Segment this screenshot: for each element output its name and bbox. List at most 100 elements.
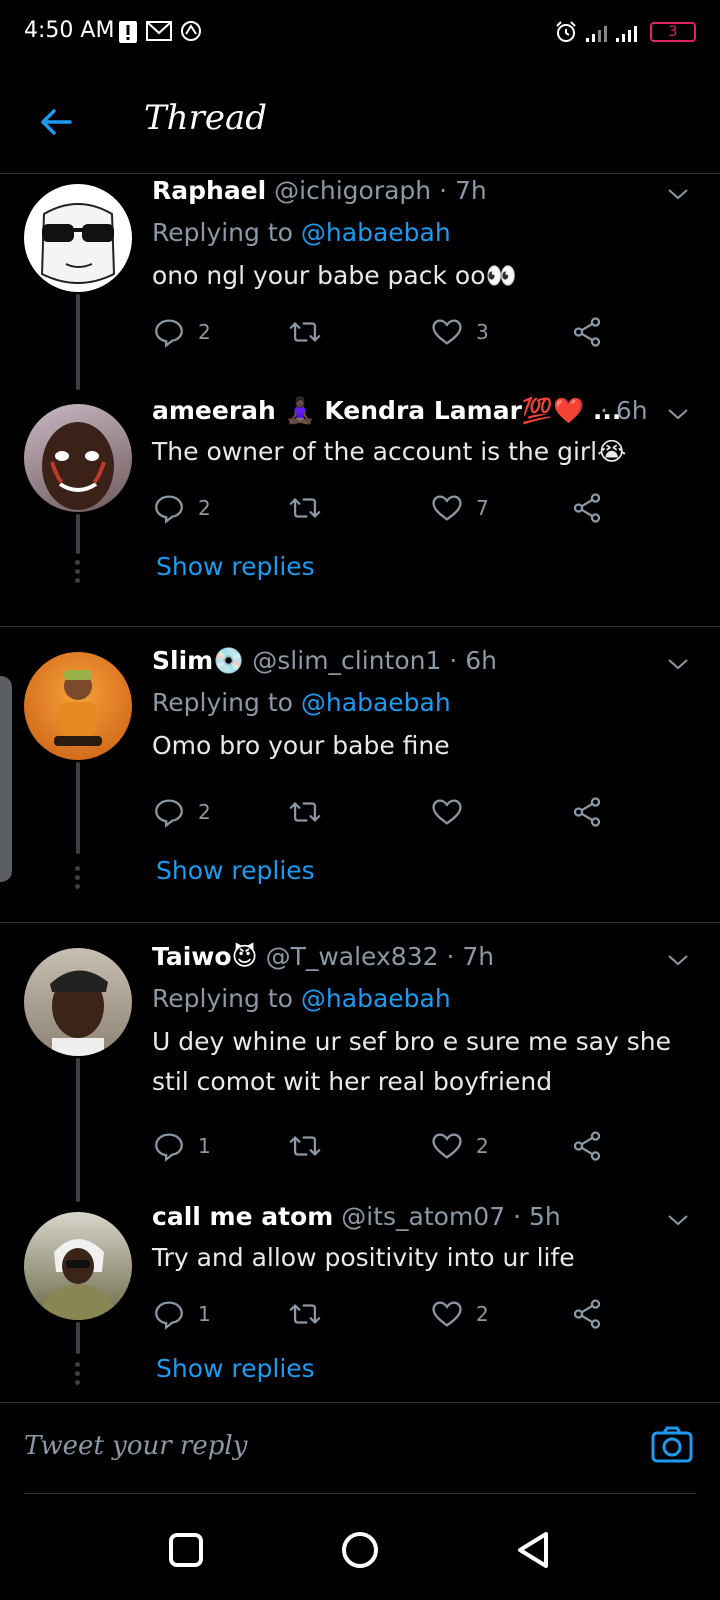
tweet-item[interactable]: Slim💿 @slim_clinton1 · 6h Replying to @h… <box>0 646 720 914</box>
reply-count: 2 <box>198 800 211 824</box>
timestamp: 5h <box>528 1202 561 1231</box>
reply-button[interactable]: 2 <box>152 488 211 528</box>
display-name[interactable]: Raphael <box>152 176 266 205</box>
avatar[interactable] <box>24 184 132 292</box>
username[interactable]: @ichigoraph <box>274 176 431 205</box>
thread-header: Thread <box>0 84 720 174</box>
divider <box>0 626 720 627</box>
composer-underline <box>24 1493 696 1494</box>
reply-count: 2 <box>198 320 211 344</box>
tweet-actions: 1 2 <box>152 1294 632 1334</box>
display-name[interactable]: call me atom <box>152 1202 333 1231</box>
mention-link[interactable]: @habaebah <box>301 984 451 1013</box>
thread-line <box>76 762 80 854</box>
like-count: 7 <box>476 496 489 520</box>
username[interactable]: @slim_clinton1 <box>252 646 441 675</box>
share-button[interactable] <box>570 1126 604 1166</box>
like-button[interactable]: 7 <box>430 488 489 528</box>
share-button[interactable] <box>570 1294 604 1334</box>
replying-to: Replying to @habaebah <box>152 688 451 717</box>
alarm-icon <box>554 20 578 49</box>
retweet-button[interactable] <box>288 792 322 832</box>
tweet-header: Raphael @ichigoraph · 7h <box>152 176 487 205</box>
tweet-item[interactable]: Raphael @ichigoraph · 7h Replying to @ha… <box>0 176 720 396</box>
divider <box>0 922 720 923</box>
camera-icon[interactable] <box>650 1423 694 1467</box>
like-button[interactable]: 2 <box>430 1126 489 1166</box>
tweet-actions: 2 7 <box>152 488 632 528</box>
like-count: 3 <box>476 320 489 344</box>
thread-line <box>76 1322 80 1354</box>
thread-dots <box>75 866 81 893</box>
reply-input[interactable]: Tweet your reply <box>24 1431 247 1461</box>
thread-dots <box>75 560 81 587</box>
thread-dots <box>75 1362 81 1389</box>
reply-button[interactable]: 1 <box>152 1126 211 1166</box>
retweet-icon <box>289 1136 321 1156</box>
page-title: Thread <box>144 98 267 138</box>
retweet-button[interactable] <box>288 1294 322 1334</box>
avatar[interactable] <box>24 652 132 760</box>
tweet-item[interactable]: ameerah 🧘🏿‍♀️ Kendra Lamar💯❤️ ... · 6h T… <box>0 396 720 626</box>
share-button[interactable] <box>570 792 604 832</box>
thread-line <box>76 1058 80 1202</box>
retweet-button[interactable] <box>288 1126 322 1166</box>
timestamp: 6h <box>465 646 498 675</box>
show-replies-link[interactable]: Show replies <box>156 1354 315 1383</box>
triangle-back-icon[interactable] <box>514 1530 554 1570</box>
status-time: 4:50 AM <box>24 18 115 43</box>
like-icon <box>432 495 462 521</box>
display-name[interactable]: Slim💿 <box>152 646 244 675</box>
show-replies-link[interactable]: Show replies <box>156 856 315 885</box>
timestamp: 7h <box>462 942 495 971</box>
tweet-item[interactable]: Taiwo😈 @T_walex832 · 7h Replying to @hab… <box>0 942 720 1202</box>
chevron-down-icon[interactable] <box>666 182 690 206</box>
display-name[interactable]: ameerah 🧘🏿‍♀️ Kendra Lamar💯❤️ ... <box>152 396 621 425</box>
reply-icon <box>155 1301 183 1330</box>
alert-icon <box>118 20 138 49</box>
chevron-down-icon[interactable] <box>666 652 690 676</box>
back-arrow-icon[interactable] <box>36 102 76 142</box>
tweet-text: U dey whine ur sef bro e sure me say she… <box>152 1027 671 1096</box>
like-button[interactable] <box>430 792 476 832</box>
thread-line <box>76 294 80 390</box>
tweet-actions: 2 <box>152 792 632 832</box>
mention-link[interactable]: @habaebah <box>301 688 451 717</box>
reply-icon <box>155 495 183 524</box>
tweet-header: ameerah 🧘🏿‍♀️ Kendra Lamar💯❤️ ... <box>152 396 630 426</box>
avatar[interactable] <box>24 1212 132 1320</box>
reply-button[interactable]: 1 <box>152 1294 211 1334</box>
chevron-down-icon[interactable] <box>666 402 690 426</box>
retweet-icon <box>289 1304 321 1324</box>
timestamp: 7h <box>455 176 487 205</box>
show-replies-link[interactable]: Show replies <box>156 552 315 581</box>
username[interactable]: @T_walex832 <box>266 942 439 971</box>
retweet-button[interactable] <box>288 312 322 352</box>
reply-composer: Tweet your reply <box>0 1402 720 1494</box>
share-icon <box>573 317 601 347</box>
avatar[interactable] <box>24 404 132 512</box>
reply-count: 1 <box>198 1134 211 1158</box>
circle-icon[interactable] <box>340 1530 380 1570</box>
username[interactable]: @its_atom07 <box>341 1202 505 1231</box>
display-name[interactable]: Taiwo😈 <box>152 942 258 971</box>
chevron-down-icon[interactable] <box>666 948 690 972</box>
square-icon[interactable] <box>166 1530 206 1570</box>
like-count: 2 <box>476 1134 489 1158</box>
like-button[interactable]: 3 <box>430 312 489 352</box>
reply-button[interactable]: 2 <box>152 312 211 352</box>
reply-icon <box>155 1133 183 1162</box>
like-button[interactable]: 2 <box>430 1294 489 1334</box>
replying-to: Replying to @habaebah <box>152 984 451 1013</box>
share-button[interactable] <box>570 312 604 352</box>
tweet-item[interactable]: call me atom @its_atom07 · 5h Try and al… <box>0 1202 720 1398</box>
mention-link[interactable]: @habaebah <box>301 218 451 247</box>
tweet-header: Slim💿 @slim_clinton1 · 6h <box>152 646 498 675</box>
reply-button[interactable]: 2 <box>152 792 211 832</box>
share-icon <box>573 1131 601 1161</box>
retweet-icon <box>289 498 321 518</box>
share-button[interactable] <box>570 488 604 528</box>
avatar[interactable] <box>24 948 132 1056</box>
retweet-button[interactable] <box>288 488 322 528</box>
chevron-down-icon[interactable] <box>666 1208 690 1232</box>
